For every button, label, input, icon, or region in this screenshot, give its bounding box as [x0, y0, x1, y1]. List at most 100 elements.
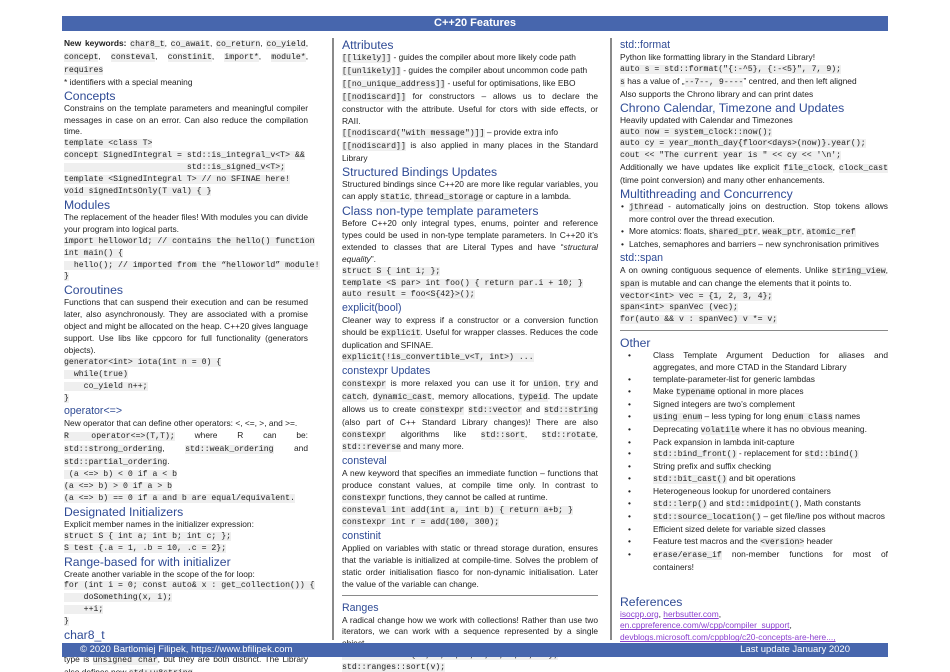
section-heading: constinit — [342, 529, 381, 542]
text: New operator that can define other opera… — [64, 418, 298, 429]
text: String prefix and suffix checking — [653, 461, 772, 472]
code-line: } — [64, 271, 308, 283]
code-text: hello(); // imported from the “helloworl… — [64, 260, 320, 270]
paragraph: R operator<=>(T,T); where R can be: std:… — [64, 430, 308, 469]
code-text: (a <=> b) == 0 if a and b are equal/equi… — [64, 493, 295, 503]
reference-link[interactable]: en.cppreference.com/w/cpp/compiler_suppo… — [620, 620, 789, 630]
section-heading: operator<=> — [64, 405, 123, 418]
text: where it has no obvious meaning. — [739, 423, 867, 434]
section-other: OtherClass Template Argument Deduction f… — [620, 330, 888, 573]
text: , — [155, 50, 168, 61]
code-line: generator<int> iota(int n = 0) { — [64, 357, 308, 369]
paragraph: s has a value of „--7--, 9----” centred,… — [620, 76, 888, 89]
reference-link[interactable]: isocpp.org — [620, 609, 659, 619]
code-line: auto result = foo<S{42}>(); — [342, 289, 598, 301]
text: , — [305, 50, 309, 61]
code-text: vector<int> vec = {1, 2, 3, 4}; — [620, 291, 773, 301]
code-snippet: using enum — [653, 412, 703, 422]
code-text: } — [64, 617, 69, 627]
code-text: std::ranges::sort(v); — [342, 663, 446, 672]
text: header — [804, 535, 833, 546]
section-heading: constexpr Updates — [342, 364, 431, 377]
text: - replacement for — [736, 448, 805, 459]
code-text: ++i; — [64, 605, 104, 615]
code-snippet: R operator<=>(T,T); — [64, 432, 175, 442]
code-line: for (int i = 0; const auto& x : get_coll… — [64, 580, 315, 592]
section-consteval: consteval A new keyword that specifies an… — [342, 454, 598, 529]
code-text: co_yield n++; — [64, 381, 148, 391]
code-block: vector<int> vec = {1, 2, 3, 4}; span<int>… — [620, 291, 888, 327]
code-text: S test {.a = 1, .b = 10, .c = 2}; — [64, 543, 227, 553]
code-line: } — [64, 393, 308, 405]
reference-link[interactable]: herbsutter.com — [663, 609, 718, 619]
paragraph: Additionally we have updates like explic… — [620, 162, 888, 187]
text: ” centred, and then left aligned — [743, 75, 857, 86]
section-heading: Coroutines — [64, 283, 123, 298]
code-block: struct S { int i; }; template <S par> int… — [342, 266, 598, 302]
text: , — [366, 390, 373, 401]
code-line: concept SignedIntegral = std::is_integra… — [64, 150, 308, 162]
text: Efficient sized delete for variable size… — [653, 523, 826, 534]
code-snippet: volatile — [700, 425, 740, 435]
text: Feature test macros and the — [653, 535, 761, 546]
website-link[interactable]: https://www.bfilipek.com — [191, 644, 292, 655]
code-snippet: std::bind_front() — [653, 450, 737, 460]
text: functions, they cannot be called at runt… — [386, 492, 548, 503]
code-text: doSomething(x, i); — [64, 593, 173, 603]
section-intro: New keywords: char8_t, co_await, co_retu… — [64, 38, 308, 89]
text: Applied on variables with static or thre… — [342, 542, 598, 589]
code-text: auto cy = year_month_day{floor<days>(now… — [620, 139, 866, 149]
section-heading: Range-based for with initializer — [64, 554, 231, 569]
list-item: More atomics: floats, shared_ptr, weak_p… — [620, 226, 888, 239]
text: and — [273, 443, 308, 454]
paragraph: Constrains on the template parameters an… — [64, 103, 308, 139]
section-heading: std::format — [620, 39, 671, 51]
reference-link[interactable]: devblogs.microsoft.com/cppblog/c20-conce… — [620, 632, 836, 642]
text: , — [211, 50, 225, 61]
text: Signed integers are two’s complement — [653, 398, 795, 409]
code-snippet: std::weak_ordering — [185, 445, 274, 455]
code-snippet: static — [380, 193, 410, 203]
code-block: generator<int> iota(int n = 0) { while(t… — [64, 357, 308, 405]
text: Before C++20 only integral types, enums,… — [342, 217, 598, 252]
code-line: while(true) — [64, 369, 308, 381]
text: Python like formatting library in the St… — [620, 52, 816, 62]
list-item: Pack expansion in lambda init-capture — [620, 437, 888, 449]
code-snippet: explicit — [381, 329, 421, 339]
code-block: struct S { int a; int b; int c; }; S test… — [64, 531, 308, 555]
code-snippet: dynamic_cast — [372, 392, 432, 402]
column-divider — [610, 38, 612, 640]
column-left: New keywords: char8_t, co_await, co_retu… — [64, 38, 320, 672]
code-snippet: unsigned char — [92, 655, 158, 665]
code-text: for(auto && v : spanVec) v *= v; — [620, 315, 778, 325]
code-snippet: co_return — [216, 40, 261, 49]
page-footer: © 2020 Bartlomiej Filipek, https://www.b… — [62, 643, 888, 657]
code-snippet: char8_t — [130, 40, 165, 49]
code-snippet: std::vector — [468, 405, 523, 415]
list-item: Make typename optional in more places — [620, 386, 888, 399]
section-std-span: std::span A on owning contiguous sequence… — [620, 251, 888, 327]
code-text: span<int> spanVec (vec); — [620, 303, 738, 313]
text: Heterogeneous lookup for unordered conta… — [653, 486, 831, 497]
code-text: cout << "The current year is " << cy << … — [620, 151, 842, 161]
text: , — [305, 38, 309, 48]
code-snippet: [[no_unique_address]] — [342, 79, 446, 89]
text: is more relaxed you can use it for — [386, 377, 534, 388]
text: names — [832, 410, 861, 421]
text: Functions that can suspend their executi… — [64, 297, 308, 355]
code-snippet: std::sort — [480, 430, 525, 440]
section-ranges: Ranges A radical change how we work with … — [342, 594, 598, 672]
code-text: auto s = std::format("{:-^5}, {:-<5}", 7… — [620, 64, 842, 74]
text: optional in more places — [715, 385, 804, 396]
code-text: auto now = system_clock::now(); — [620, 127, 773, 137]
paragraph: [[nodiscard]] is also applied in many pl… — [342, 140, 598, 165]
code-line: } — [64, 616, 308, 628]
code-text: consteval int add(int a, int b) { return… — [342, 506, 573, 516]
list-item: Class Template Argument Deduction for al… — [620, 350, 888, 374]
section-operator-: operator<=> New operator that can define … — [64, 404, 308, 504]
code-snippet: weak_ptr — [762, 227, 802, 237]
section-heading: Other — [620, 336, 651, 351]
code-line: template <S par> int foo() { return par.… — [342, 278, 598, 290]
code-snippet: enum class — [783, 412, 833, 422]
copyright: © 2020 Bartlomiej Filipek, — [80, 644, 192, 655]
